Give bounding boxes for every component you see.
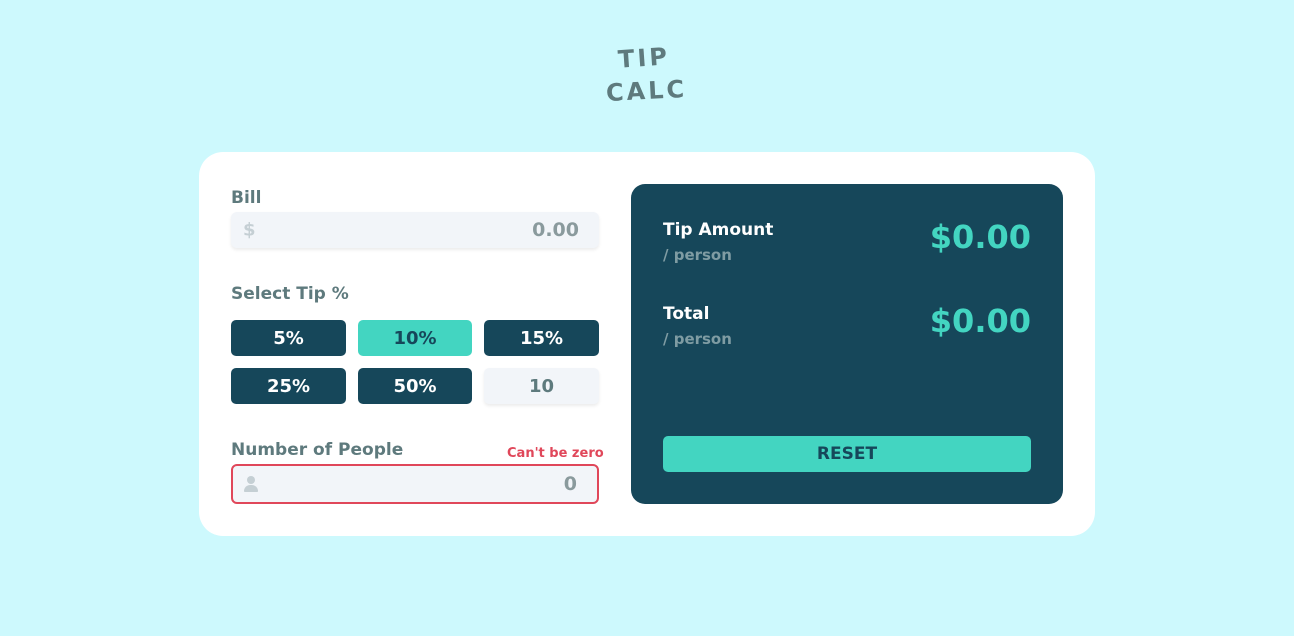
people-error-message: Can't be zero bbox=[507, 446, 604, 461]
bill-input-value: 0.00 bbox=[532, 219, 579, 241]
logo-line-1: TIP bbox=[617, 42, 671, 74]
total-label: Total bbox=[663, 304, 710, 324]
tip-button-25[interactable]: 25% bbox=[231, 368, 346, 404]
bill-label: Bill bbox=[231, 188, 262, 208]
tip-button-10[interactable]: 10% bbox=[358, 320, 472, 356]
tip-amount-per-person: / person bbox=[663, 246, 732, 264]
reset-button[interactable]: RESET bbox=[663, 436, 1031, 472]
total-per-person: / person bbox=[663, 330, 732, 348]
tip-amount-label: Tip Amount bbox=[663, 220, 774, 240]
tip-button-15[interactable]: 15% bbox=[484, 320, 599, 356]
dollar-icon: $ bbox=[243, 219, 256, 241]
select-tip-label: Select Tip % bbox=[231, 284, 349, 304]
tip-button-50[interactable]: 50% bbox=[358, 368, 472, 404]
logo-line-2: CALC bbox=[605, 74, 688, 108]
people-input-value: 0 bbox=[563, 473, 577, 495]
total-value: $0.00 bbox=[929, 302, 1031, 340]
people-label: Number of People bbox=[231, 440, 404, 460]
tip-button-5[interactable]: 5% bbox=[231, 320, 346, 356]
bill-input[interactable]: $ 0.00 bbox=[231, 212, 599, 248]
custom-tip-input[interactable]: 10 bbox=[484, 368, 599, 404]
people-input[interactable]: 0 bbox=[231, 464, 599, 504]
tip-amount-value: $0.00 bbox=[929, 218, 1031, 256]
person-icon bbox=[244, 476, 258, 492]
